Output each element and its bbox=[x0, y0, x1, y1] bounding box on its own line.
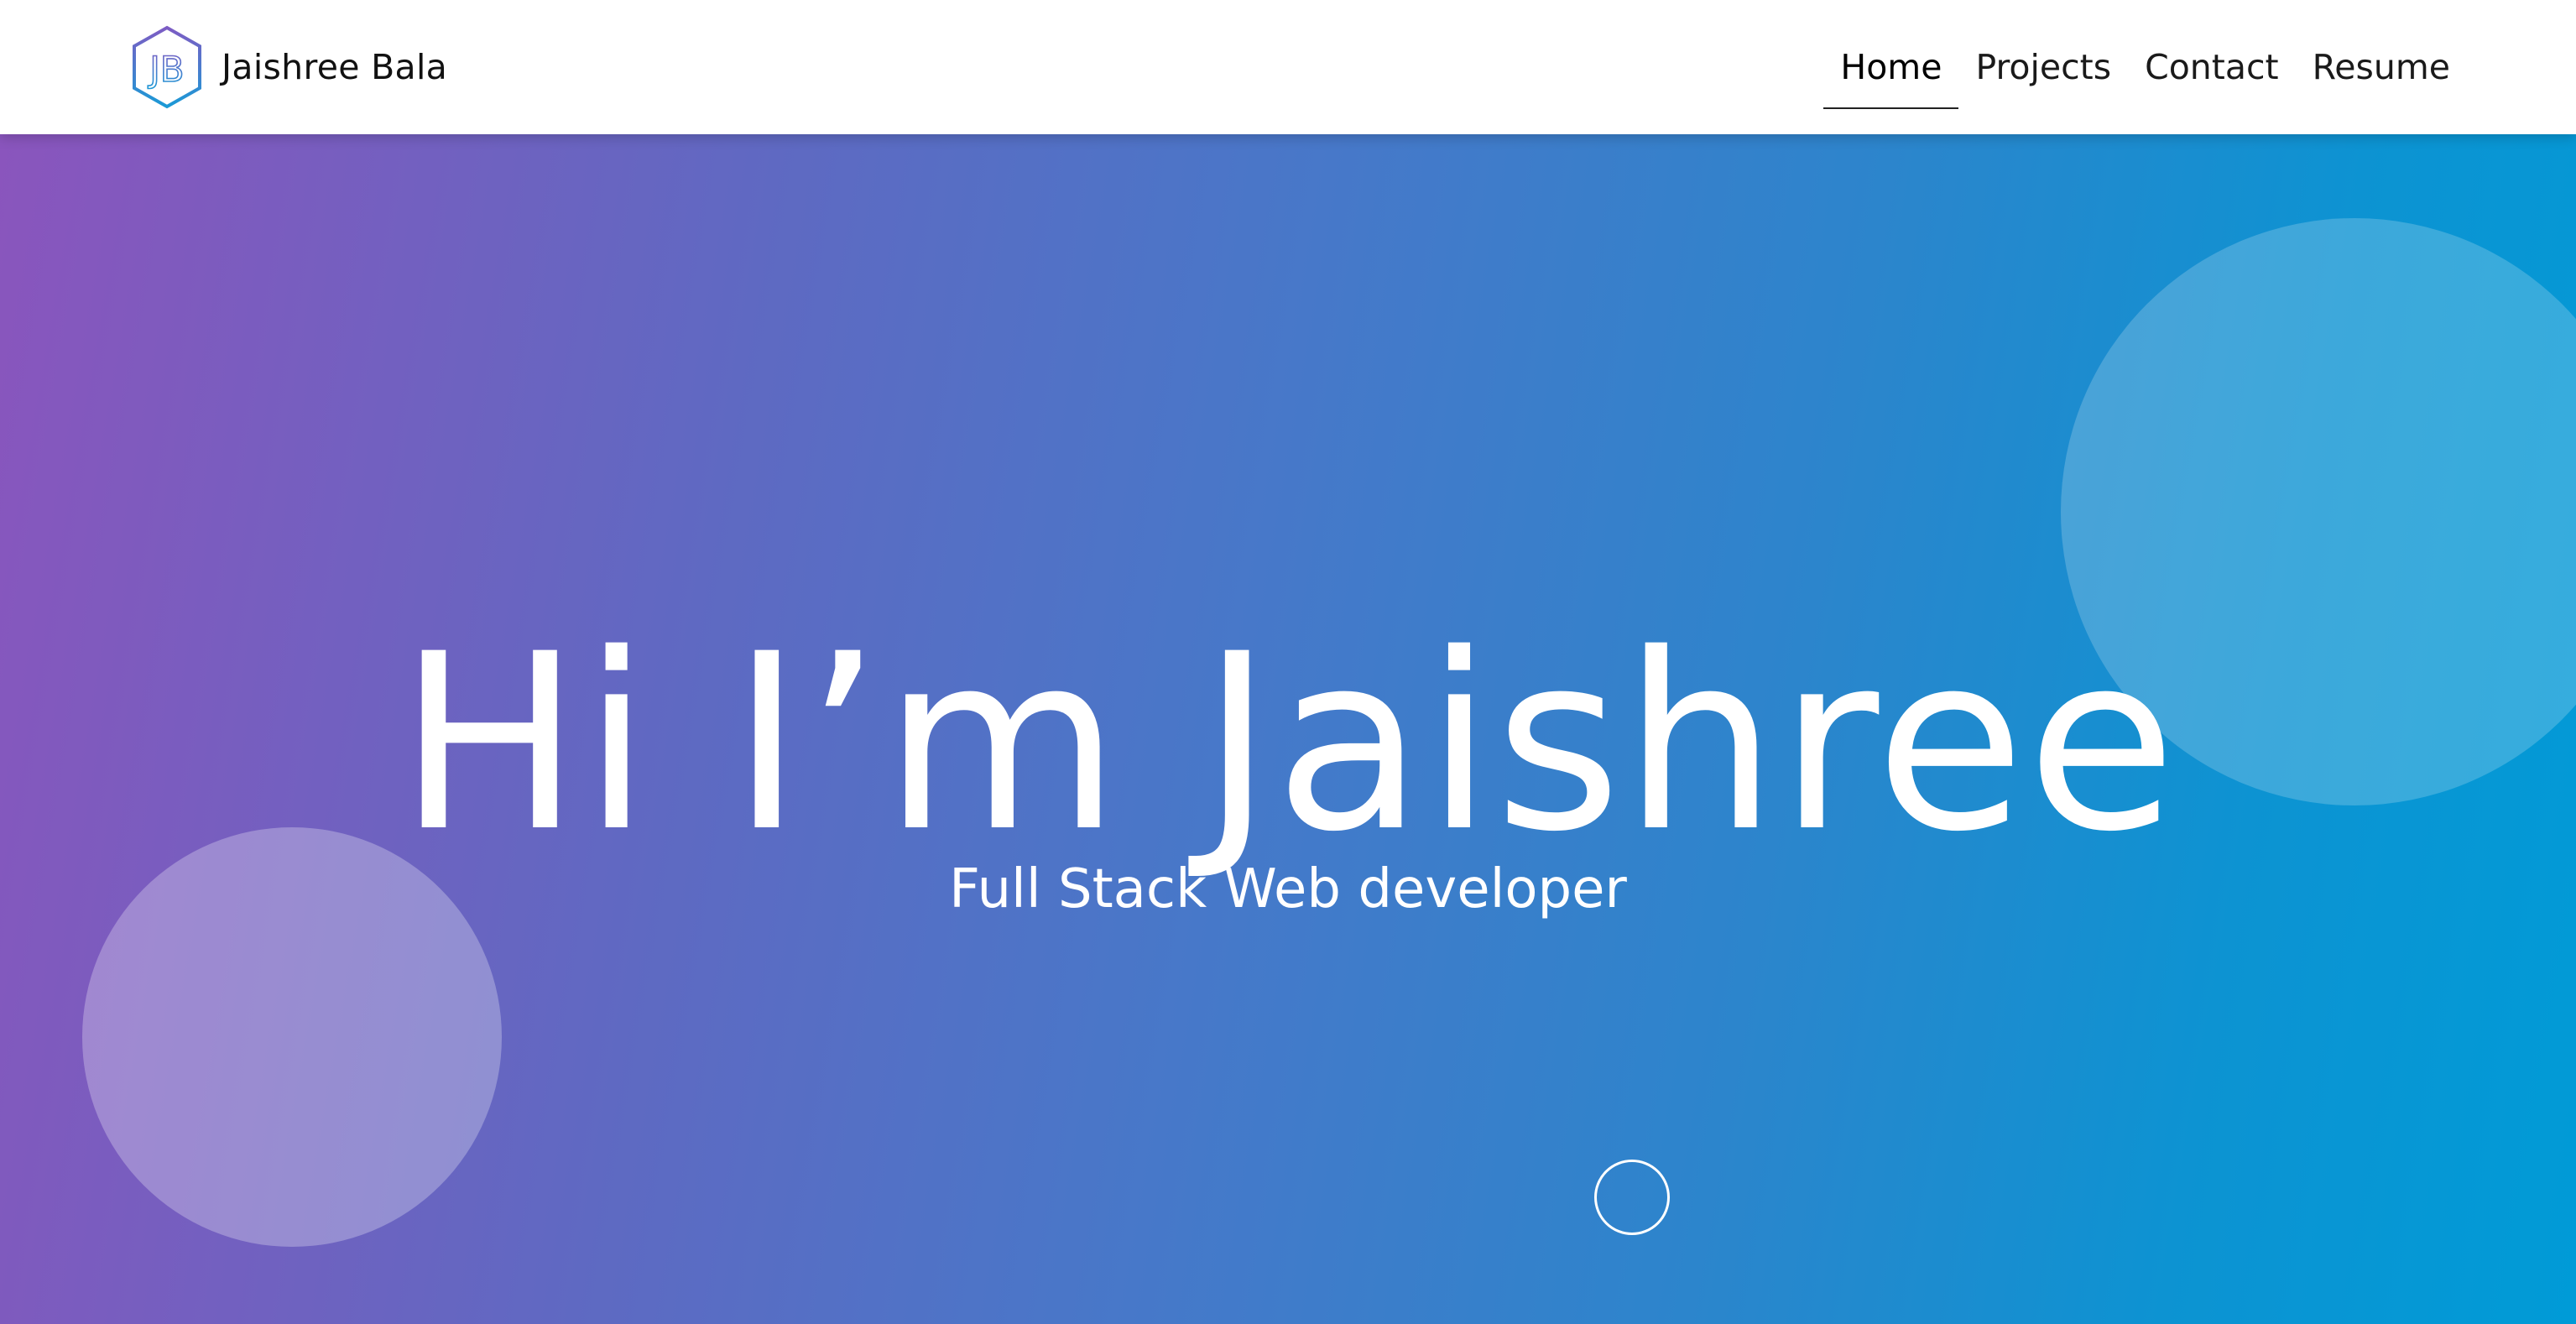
logo-monogram: JB bbox=[147, 49, 184, 90]
nav-resume[interactable]: Resume bbox=[2296, 0, 2467, 134]
hexagon-monogram-icon: JB bbox=[133, 25, 201, 109]
hero-section: Hi I’m Jaishree Full Stack Web developer bbox=[0, 134, 2576, 1324]
brand-link[interactable]: JB Jaishree Bala bbox=[131, 25, 447, 109]
nav-home[interactable]: Home bbox=[1823, 0, 1959, 134]
navbar: JB Jaishree Bala Home Projects Contact R… bbox=[0, 0, 2576, 134]
main-nav: Home Projects Contact Resume bbox=[1823, 0, 2467, 134]
brand-name: Jaishree Bala bbox=[222, 47, 448, 87]
nav-contact[interactable]: Contact bbox=[2128, 0, 2296, 134]
scroll-circle-icon[interactable] bbox=[1594, 1160, 1670, 1235]
hero-subtitle: Full Stack Web developer bbox=[949, 858, 1627, 920]
hero-title: Hi I’m Jaishree bbox=[398, 602, 2178, 885]
active-tab-underline bbox=[1823, 107, 1959, 109]
nav-projects[interactable]: Projects bbox=[1958, 0, 2128, 134]
